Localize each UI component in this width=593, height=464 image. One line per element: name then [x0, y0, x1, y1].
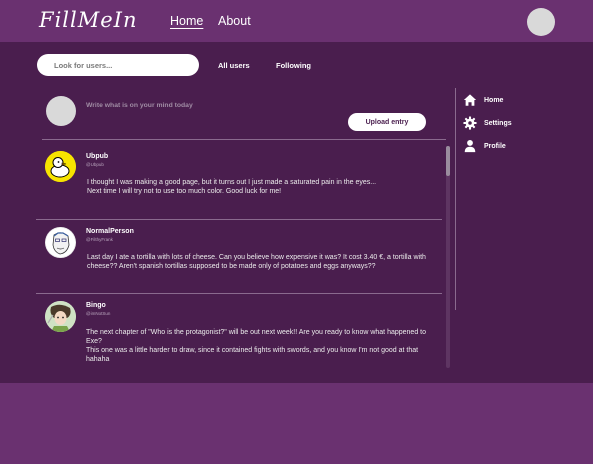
- top-navigation-bar: FillMeIn Home About: [0, 0, 593, 42]
- sidebar-item-home[interactable]: Home: [463, 92, 573, 108]
- sidebar-item-label: Settings: [484, 119, 512, 127]
- main-panel: All users Following Write what is on you…: [0, 42, 593, 383]
- gear-icon: [463, 116, 477, 130]
- posts-feed[interactable]: Ubpub @Ubpub I thought I was making a go…: [36, 140, 442, 368]
- nav-about-link[interactable]: About: [218, 14, 251, 28]
- post-author-handle[interactable]: @FilthyFrank: [86, 237, 113, 242]
- post-author-name[interactable]: NormalPerson: [86, 228, 134, 235]
- post-author-name[interactable]: Ubpub: [86, 153, 108, 160]
- post-author-handle[interactable]: @Ubpub: [86, 162, 104, 167]
- user-avatar[interactable]: [527, 8, 555, 36]
- person-icon: [464, 140, 476, 153]
- app-logo[interactable]: FillMeIn: [39, 8, 137, 32]
- composer-input[interactable]: Write what is on your mind today: [86, 102, 193, 109]
- sidebar-item-label: Profile: [484, 142, 506, 150]
- sidebar-divider: [455, 88, 456, 310]
- sidebar-item-settings[interactable]: Settings: [463, 115, 573, 131]
- nav-home-link[interactable]: Home: [170, 14, 203, 28]
- post-author-handle[interactable]: @imNotSun: [86, 311, 110, 316]
- post-body: I thought I was making a good page, but …: [87, 179, 377, 195]
- user-search-input[interactable]: [37, 54, 199, 76]
- sidebar-item-label: Home: [484, 96, 504, 104]
- duck-avatar-icon[interactable]: [45, 151, 76, 182]
- tab-following[interactable]: Following: [276, 61, 311, 70]
- feed-scrollbar-track[interactable]: [446, 146, 450, 368]
- house-icon: [463, 94, 477, 106]
- composer-avatar: [46, 96, 76, 126]
- post-body: The next chapter of "Who is the protagon…: [86, 329, 427, 363]
- upload-entry-button[interactable]: Upload entry: [348, 113, 426, 131]
- post-item: NormalPerson @FilthyFrank Last day I ate…: [36, 220, 442, 294]
- post-author-name[interactable]: Bingo: [86, 302, 106, 309]
- character-art-avatar-icon[interactable]: [45, 301, 76, 332]
- feed-scrollbar-thumb[interactable]: [446, 146, 450, 176]
- tab-all-users[interactable]: All users: [218, 61, 250, 70]
- sidebar-item-profile[interactable]: Profile: [463, 138, 573, 154]
- post-item: Ubpub @Ubpub I thought I was making a go…: [36, 140, 442, 220]
- sketch-face-avatar-icon[interactable]: [45, 227, 76, 258]
- post-item: Bingo @imNotSun The next chapter of "Who…: [36, 294, 442, 368]
- post-body: Last day I ate a tortilla with lots of c…: [87, 254, 426, 270]
